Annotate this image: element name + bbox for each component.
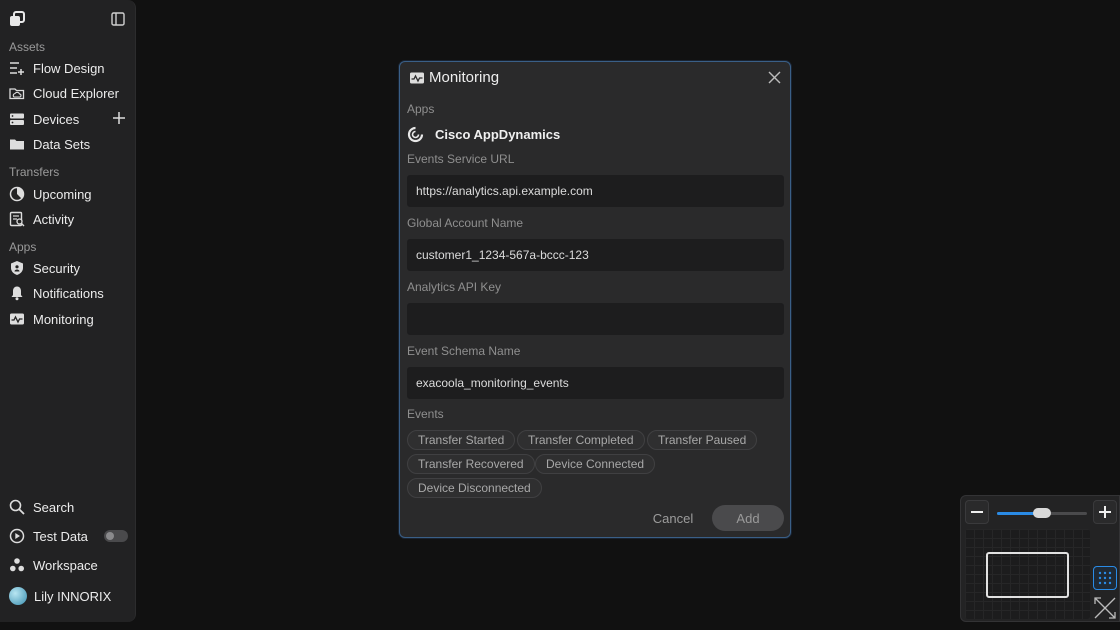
event-chip-transfer-recovered[interactable]: Transfer Recovered [407,454,535,474]
analytics-api-key-field[interactable] [407,303,784,335]
activity-icon [9,211,25,227]
monitoring-dialog: Monitoring Apps Cisco AppDynamics Events… [399,61,791,538]
grid-dots-icon [1098,571,1112,585]
events-service-url-label: Events Service URL [407,152,515,166]
sidebar-item-label: Data Sets [33,136,91,152]
close-icon[interactable] [768,71,781,84]
event-chip-transfer-started[interactable]: Transfer Started [407,430,516,450]
global-account-name-field[interactable] [407,239,784,271]
event-schema-name-label: Event Schema Name [407,344,521,358]
sidebar-item-label: Devices [33,111,80,127]
sidebar-item-cloud-explorer[interactable]: Cloud Explorer [9,82,131,104]
avatar [9,587,27,605]
zoom-in-button[interactable] [1093,500,1117,524]
sidebar-item-label: Workspace [33,557,98,573]
workspace-icon [9,557,25,573]
event-chip-transfer-completed[interactable]: Transfer Completed [517,430,645,450]
sidebar-collapse-icon[interactable] [111,12,125,26]
dialog-title: Monitoring [429,69,500,86]
play-circle-icon [9,528,25,544]
shield-icon [9,260,25,276]
grid-toggle-button[interactable] [1093,566,1117,590]
bell-icon [9,285,25,301]
search-icon [9,499,25,515]
user-name: Lily INNORIX [34,588,112,604]
zoom-slider-thumb[interactable] [1033,508,1051,518]
sidebar-item-monitoring[interactable]: Monitoring [9,308,131,330]
minimap[interactable] [965,529,1090,619]
folder-icon [9,136,25,152]
sidebar-header [0,8,136,32]
monitoring-icon [409,70,425,86]
sidebar-item-label: Cloud Explorer [33,85,119,101]
sidebar: Assets Flow Design Cloud Explorer Device… [0,0,136,622]
sidebar-item-upcoming[interactable]: Upcoming [9,183,131,205]
zoom-slider[interactable] [997,508,1087,518]
event-chip-device-disconnected[interactable]: Device Disconnected [407,478,542,498]
zoom-out-button[interactable] [965,500,989,524]
event-schema-name-field[interactable] [407,367,784,399]
sidebar-item-label: Monitoring [33,311,94,327]
sidebar-item-flow-design[interactable]: Flow Design [9,57,131,79]
sidebar-item-notifications[interactable]: Notifications [9,282,131,304]
sidebar-item-activity[interactable]: Activity [9,208,131,230]
sidebar-item-workspace[interactable]: Workspace [9,554,131,576]
sidebar-item-label: Activity [33,211,75,227]
cloud-explorer-icon [9,85,25,101]
sidebar-item-data-sets[interactable]: Data Sets [9,133,131,155]
appdynamics-logo-icon [407,126,424,143]
devices-icon [9,111,25,127]
section-label-assets: Assets [9,40,46,54]
events-label: Events [407,407,444,421]
app-name: Cisco AppDynamics [435,127,561,142]
fit-view-icon[interactable] [1093,596,1117,620]
cancel-button[interactable]: Cancel [645,506,701,530]
zoom-minimap-panel [960,495,1120,622]
event-chip-transfer-paused[interactable]: Transfer Paused [647,430,758,450]
pie-clock-icon [9,186,25,202]
sidebar-item-label: Test Data [33,528,88,544]
sidebar-item-label: Search [33,499,75,515]
app-logo-icon[interactable] [9,11,25,27]
test-data-toggle[interactable] [104,530,128,542]
section-label-apps: Apps [9,240,37,254]
sidebar-item-label: Upcoming [33,186,92,202]
event-chip-device-connected[interactable]: Device Connected [535,454,656,474]
app-row: Cisco AppDynamics [407,126,560,143]
monitoring-icon [9,311,25,327]
sidebar-item-label: Flow Design [33,60,105,76]
sidebar-item-label: Security [33,260,80,276]
flow-design-icon [9,60,25,76]
sidebar-item-search[interactable]: Search [9,496,131,518]
section-label-transfers: Transfers [9,165,60,179]
add-device-icon[interactable] [112,111,126,125]
add-button[interactable]: Add [712,505,784,531]
sidebar-item-user[interactable]: Lily INNORIX [9,585,131,607]
global-account-name-label: Global Account Name [407,216,524,230]
minimap-viewport[interactable] [986,552,1069,598]
apps-label: Apps [407,102,435,116]
sidebar-item-label: Notifications [33,285,104,301]
analytics-api-key-label: Analytics API Key [407,280,502,294]
sidebar-item-security[interactable]: Security [9,257,131,279]
events-service-url-field[interactable] [407,175,784,207]
